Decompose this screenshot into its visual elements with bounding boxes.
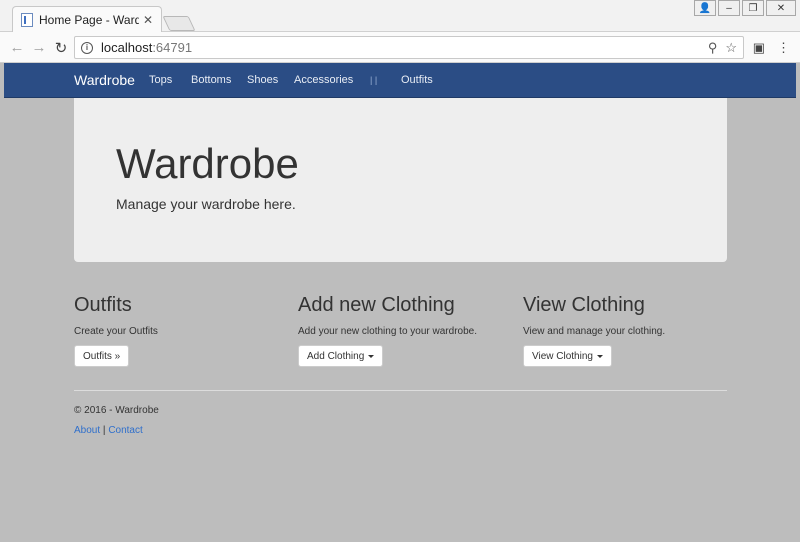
nav-separator: | | bbox=[370, 75, 378, 85]
add-clothing-button-label: Add Clothing bbox=[307, 350, 365, 362]
tab-close-icon[interactable]: ✕ bbox=[143, 13, 153, 27]
outfits-column: Outfits Create your Outfits Outfits » bbox=[74, 294, 294, 367]
browser-tab[interactable]: Home Page - Wardrobe ✕ bbox=[12, 6, 162, 33]
extension-icon[interactable]: ▣ bbox=[753, 40, 765, 56]
menu-kebab-icon[interactable]: ⋮ bbox=[777, 40, 790, 56]
add-clothing-column: Add new Clothing Add your new clothing t… bbox=[298, 294, 518, 367]
window-close-button[interactable]: ✕ bbox=[766, 0, 796, 16]
nav-link-outfits[interactable]: Outfits bbox=[401, 74, 433, 86]
forward-arrow-icon[interactable]: → bbox=[30, 39, 48, 56]
zoom-icon[interactable]: ⚲ bbox=[708, 40, 718, 56]
url-port: :64791 bbox=[152, 40, 193, 55]
outfits-text: Create your Outfits bbox=[74, 326, 158, 337]
restore-button[interactable]: ❐ bbox=[742, 0, 764, 16]
navbar-brand[interactable]: Wardrobe bbox=[74, 72, 135, 88]
add-clothing-text: Add your new clothing to your wardrobe. bbox=[298, 326, 477, 337]
footer-pipe: | bbox=[102, 425, 106, 436]
copyright: © 2016 - Wardrobe bbox=[74, 405, 159, 416]
site-navbar: Wardrobe Tops Bottoms Shoes Accessories … bbox=[4, 63, 796, 98]
address-bar[interactable]: i localhost:64791 ⚲ ☆ bbox=[74, 36, 744, 59]
caret-down-icon bbox=[596, 354, 603, 358]
info-icon[interactable]: i bbox=[81, 41, 93, 54]
caret-down-icon bbox=[368, 354, 375, 358]
nav-link-tops[interactable]: Tops bbox=[149, 74, 172, 86]
footer-divider bbox=[74, 390, 727, 391]
back-arrow-icon[interactable]: ← bbox=[8, 39, 26, 56]
about-link[interactable]: About bbox=[74, 425, 100, 436]
view-clothing-heading: View Clothing bbox=[523, 294, 645, 316]
url-host: localhost bbox=[101, 40, 153, 55]
page-favicon-icon bbox=[21, 13, 33, 27]
contact-link[interactable]: Contact bbox=[108, 425, 142, 436]
outfits-button-label: Outfits » bbox=[83, 350, 121, 362]
view-clothing-button[interactable]: View Clothing bbox=[523, 345, 612, 367]
browser-titlebar: Home Page - Wardrobe ✕ 👤 – ❐ ✕ bbox=[0, 0, 800, 33]
outfits-heading: Outfits bbox=[74, 294, 132, 316]
add-clothing-heading: Add new Clothing bbox=[298, 294, 455, 316]
browser-toolbar: ← → ↻ i localhost:64791 ⚲ ☆ ▣ ⋮ bbox=[0, 32, 800, 63]
add-clothing-button[interactable]: Add Clothing bbox=[298, 345, 384, 367]
jumbotron: Wardrobe Manage your wardrobe here. bbox=[74, 98, 727, 262]
bookmark-star-icon[interactable]: ☆ bbox=[725, 40, 737, 56]
tab-title: Home Page - Wardrobe bbox=[39, 13, 139, 27]
page-title: Wardrobe bbox=[116, 140, 299, 187]
nav-link-bottoms[interactable]: Bottoms bbox=[191, 74, 231, 86]
view-clothing-button-label: View Clothing bbox=[532, 350, 593, 362]
minimize-button[interactable]: – bbox=[718, 0, 740, 16]
page-lead: Manage your wardrobe here. bbox=[116, 196, 296, 212]
view-clothing-text: View and manage your clothing. bbox=[523, 326, 666, 337]
nav-link-accessories[interactable]: Accessories bbox=[294, 74, 353, 86]
reload-icon[interactable]: ↻ bbox=[52, 39, 70, 57]
new-tab-button[interactable] bbox=[162, 16, 196, 31]
nav-link-shoes[interactable]: Shoes bbox=[247, 74, 278, 86]
profile-icon[interactable]: 👤 bbox=[694, 0, 716, 16]
outfits-button[interactable]: Outfits » bbox=[74, 345, 130, 367]
footer-links: About | Contact bbox=[74, 425, 143, 436]
view-clothing-column: View Clothing View and manage your cloth… bbox=[523, 294, 743, 367]
